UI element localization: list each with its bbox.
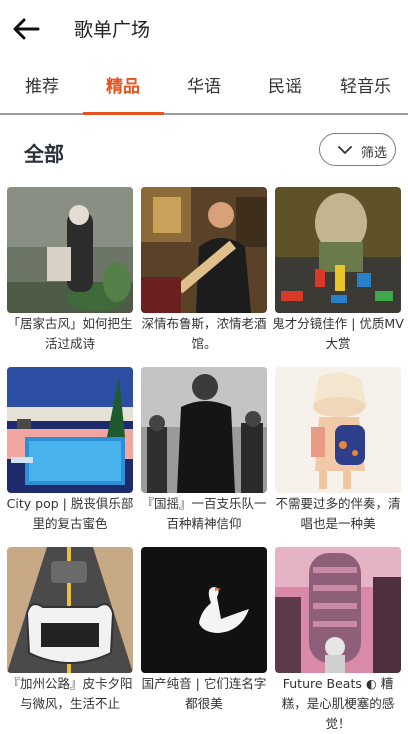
arrow-left-icon[interactable] xyxy=(12,14,42,44)
tab-folk[interactable]: 民谣 xyxy=(268,72,302,97)
chevron-down-icon xyxy=(338,146,352,154)
playlist-cover xyxy=(275,367,401,493)
page-title: 歌单广场 xyxy=(74,19,151,41)
tab-recommend[interactable]: 推荐 xyxy=(25,72,59,97)
playlist-caption: 国产纯音 | 它们连名字都很美 xyxy=(141,676,267,711)
section-title: 全部 xyxy=(24,142,64,166)
playlist-cover xyxy=(7,547,133,673)
playlist-caption: 『加州公路』皮卡夕阳与微风，生活不止 xyxy=(7,676,133,711)
playlist-cover xyxy=(141,547,267,673)
playlist-cover xyxy=(275,187,401,313)
active-tab-indicator xyxy=(83,112,164,115)
tab-light-music[interactable]: 轻音乐 xyxy=(340,72,391,97)
playlist-caption: 「居家古风」如何把生活过成诗 xyxy=(7,316,133,351)
playlist-caption: Future Beats ◐ 糟糕，是心肌梗塞的感觉！ xyxy=(281,676,395,731)
playlist-caption: 『国摇』一百支乐队一百种精神信仰 xyxy=(141,496,267,531)
filter-label: 筛选 xyxy=(361,146,388,161)
playlist-caption: 鬼才分镜佳作 | 优质MV大赏 xyxy=(272,316,404,351)
playlist-cover xyxy=(7,187,133,313)
playlist-caption: 不需要过多的伴奏，清唱也是一种美 xyxy=(275,496,401,531)
tab-featured[interactable]: 精品 xyxy=(106,72,140,97)
tab-chinese[interactable]: 华语 xyxy=(187,72,221,97)
tabs-divider xyxy=(0,113,408,115)
playlist-cover xyxy=(7,367,133,493)
playlist-cover xyxy=(275,547,401,673)
playlist-cover xyxy=(141,187,267,313)
app-bar: 歌单广场 xyxy=(0,0,408,56)
filter-button[interactable]: 筛选 xyxy=(319,133,396,166)
playlist-caption: 深情布鲁斯，浓情老酒馆。 xyxy=(141,316,267,351)
category-tabs: 推荐 精品 华语 民谣 轻音乐 xyxy=(0,62,408,114)
playlist-caption: City pop | 脱丧俱乐部里的复古蜜色 xyxy=(6,496,134,531)
playlist-cover xyxy=(141,367,267,493)
